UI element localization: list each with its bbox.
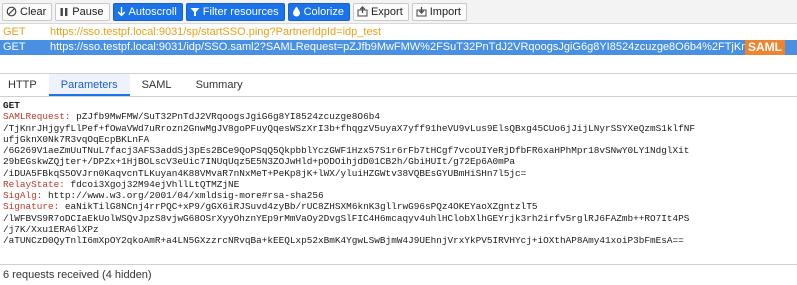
param-value-line: /iDUA5FBkqS5OVJrn0KaqvcnTLKuyan4K88VMvaR…	[3, 167, 527, 179]
param-value: eaNikTilG8NCnj4rrPQC+xP9/gGX6iRJSuvd4zyB…	[59, 201, 538, 213]
param-key: SigAlg:	[3, 190, 43, 201]
export-label: Export	[370, 5, 403, 18]
param-value-line: /TjKnrJHjgyfLlPef+fOwaVWd7uRrozn2GnwMgJV…	[3, 122, 695, 134]
request-list: GET https://sso.testpf.local:9031/sp/sta…	[0, 25, 797, 55]
filter-resources-label: Filter resources	[202, 5, 279, 18]
saml-badge: SAML	[745, 40, 785, 55]
export-icon	[357, 6, 368, 17]
param-value-line: /6G269V1aeZmUuTNuL7facj3AFS3addSj3pEs2BC…	[3, 145, 690, 156]
export-button[interactable]: Export	[352, 2, 409, 21]
param-sigalg: SigAlg: http://www.w3.org/2001/04/xmldsi…	[3, 190, 793, 201]
param-key: Signature:	[3, 201, 60, 213]
pause-icon	[60, 7, 68, 16]
clear-label: Clear	[20, 5, 47, 18]
pause-label: Pause	[72, 5, 104, 18]
param-value: http://www.w3.org/2001/04/xmldsig-more#r…	[42, 190, 324, 201]
colorize-label: Colorize	[303, 5, 344, 18]
request-url: https://sso.testpf.local:9031/idp/SSO.sa…	[50, 41, 765, 53]
arrow-down-icon	[117, 7, 125, 17]
param-value-line: /j7K/Xxu1ERA6lXPz	[3, 223, 99, 235]
request-method: GET	[3, 26, 26, 38]
drop-icon	[292, 6, 300, 17]
clear-icon	[6, 6, 17, 17]
import-button[interactable]: Import	[411, 2, 467, 21]
detail-tabs: HTTP Parameters SAML Summary	[0, 73, 797, 97]
param-value: pZJfb9MwFMW/SuT32PnTdJ2VRqoogsJgiG6g8YI8…	[70, 111, 380, 123]
request-method: GET	[3, 41, 26, 53]
import-icon	[416, 7, 427, 17]
param-relaystate: RelayState: fdcoi3Xgoj32M94ejVhllLtQTMZj…	[3, 179, 793, 190]
toolbar: Clear Pause Autoscroll Filter resources …	[0, 0, 797, 24]
param-signature: Signature: eaNikTilG8NCnj4rrPQC+xP9/gGX6…	[3, 201, 793, 212]
param-key: RelayState:	[3, 178, 65, 190]
tab-http[interactable]: HTTP	[0, 74, 49, 96]
tab-summary[interactable]: Summary	[184, 74, 255, 96]
param-method: GET	[3, 100, 20, 111]
status-bar: 6 requests received (4 hidden)	[0, 264, 797, 285]
param-key: SAMLRequest:	[3, 111, 71, 123]
param-value: fdcoi3Xgoj32M94ejVhllLtQTMZjNE	[64, 178, 240, 190]
tab-saml[interactable]: SAML	[130, 74, 184, 96]
tab-parameters[interactable]: Parameters	[48, 74, 130, 96]
import-label: Import	[429, 5, 461, 18]
request-url: https://sso.testpf.local:9031/sp/startSS…	[50, 26, 382, 38]
param-value-line: 29bEGskwZQjter+/DPZx+1HjBOLscV3eUic7INUq…	[3, 156, 515, 168]
param-value-line: /lWFBVS9R7oDCIaEkUolWSQvJpzS8vjwG68OSrXy…	[3, 212, 690, 224]
parameters-panel: GET SAMLRequest: pZJfb9MwFMW/SuT32PnTdJ2…	[3, 100, 793, 246]
colorize-toggle[interactable]: Colorize	[287, 2, 350, 21]
param-value-line: /aTUNCzD0QyTnlI6mXpOY2qkoAmR+a4LN5GXzzrc…	[3, 235, 684, 246]
request-row-selected[interactable]: GET https://sso.testpf.local:9031/idp/SS…	[0, 40, 797, 55]
filter-resources-toggle[interactable]: Filter resources	[185, 2, 285, 21]
filter-icon	[190, 7, 200, 16]
pause-button[interactable]: Pause	[55, 2, 110, 21]
autoscroll-label: Autoscroll	[128, 5, 177, 18]
autoscroll-toggle[interactable]: Autoscroll	[112, 2, 183, 21]
param-samlrequest: SAMLRequest: pZJfb9MwFMW/SuT32PnTdJ2VRqo…	[3, 111, 793, 122]
param-value-line: ufjGknX0Nk7R3vqOqEcpBKLnFA	[3, 133, 150, 145]
request-row[interactable]: GET https://sso.testpf.local:9031/sp/sta…	[0, 25, 797, 40]
clear-button[interactable]: Clear	[2, 2, 53, 21]
